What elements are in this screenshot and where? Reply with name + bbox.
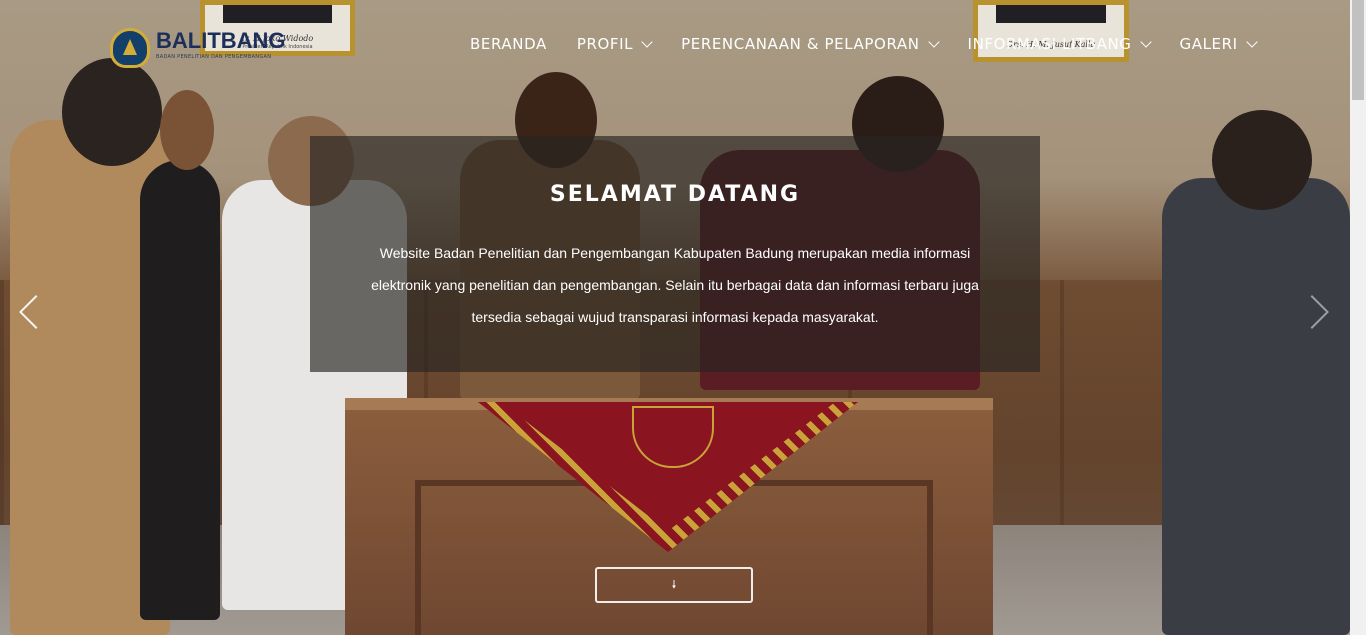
chevron-down-icon — [927, 36, 940, 48]
nav-label: GALERI — [1179, 35, 1238, 53]
scrollbar-thumb[interactable] — [1352, 0, 1364, 100]
welcome-title: SELAMAT DATANG — [549, 182, 801, 207]
person-head — [160, 90, 214, 170]
logo-emblem-icon — [110, 28, 150, 68]
person-figure — [1162, 178, 1350, 635]
site-logo[interactable]: BALITBANG BADAN PENELITIAN DAN PENGEMBAN… — [110, 28, 286, 68]
logo-title: BALITBANG — [156, 28, 286, 53]
scroll-down-button[interactable]: 🠗 — [595, 567, 753, 603]
arrow-down-icon: 🠗 — [671, 577, 677, 591]
nav-label: INFORMASI LITBANG — [967, 35, 1132, 53]
nav-label: PERENCANAAN & PELAPORAN — [681, 35, 920, 53]
nav-item-perencanaan-pelaporan[interactable]: PERENCANAAN & PELAPORAN — [681, 34, 940, 54]
person-head — [62, 58, 162, 166]
nav-item-informasi-litbang[interactable]: INFORMASI LITBANG — [967, 34, 1152, 54]
person-figure — [140, 160, 220, 620]
welcome-box: SELAMAT DATANG Website Badan Penelitian … — [310, 136, 1040, 372]
chevron-down-icon — [1246, 36, 1258, 48]
page-scrollbar[interactable] — [1350, 0, 1366, 635]
person-head — [1212, 110, 1312, 210]
nav-item-profil[interactable]: PROFIL — [576, 34, 653, 54]
nav-item-beranda[interactable]: BERANDA — [470, 34, 547, 54]
nav-label: BERANDA — [470, 35, 547, 53]
logo-subtitle: BADAN PENELITIAN DAN PENGEMBANGAN — [156, 54, 272, 60]
chevron-down-icon — [1139, 36, 1152, 48]
nav-label: PROFIL — [576, 35, 634, 53]
main-navigation: BERANDA PROFIL PERENCANAAN & PELAPORAN I… — [470, 34, 1286, 54]
chevron-down-icon — [641, 36, 653, 48]
welcome-description: Website Badan Penelitian dan Pengembanga… — [371, 245, 979, 325]
nav-item-galeri[interactable]: GALERI — [1179, 34, 1258, 54]
